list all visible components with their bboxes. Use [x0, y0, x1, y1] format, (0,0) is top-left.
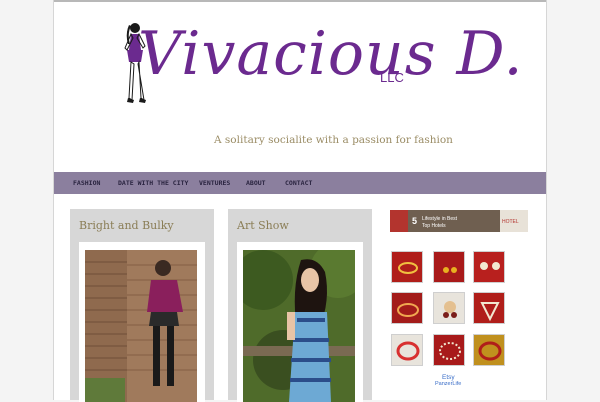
site-tagline: A solitary socialite with a passion for … — [214, 134, 453, 146]
post-card: Art Show — [228, 209, 372, 402]
main-nav: FASHION DATE WITH THE CITY VENTURES ABOU… — [54, 172, 546, 194]
etsy-item-thumb[interactable] — [391, 251, 423, 283]
etsy-link[interactable]: Etsy — [442, 374, 455, 381]
banner-text: Lifestyle in Best — [422, 216, 458, 222]
svg-text:Top Hotels: Top Hotels — [422, 223, 446, 229]
nav-item-fashion[interactable]: FASHION — [73, 179, 100, 187]
svg-text:HOTEL: HOTEL — [502, 219, 519, 225]
logo-suffix: LLC — [380, 70, 404, 85]
etsy-item-thumb[interactable] — [473, 292, 505, 324]
nav-item-contact[interactable]: CONTACT — [285, 179, 312, 187]
post-card: Bright and Bulky — [70, 209, 214, 402]
hotel-banner-ad[interactable]: 5 Lifestyle in Best Top Hotels HOTEL — [390, 210, 528, 232]
etsy-item-thumb[interactable] — [391, 334, 423, 366]
etsy-shop-link[interactable]: PanzerLife — [435, 381, 461, 387]
etsy-item-thumb[interactable] — [433, 292, 465, 324]
post-title[interactable]: Bright and Bulky — [79, 219, 174, 232]
nav-item-ventures[interactable]: VENTURES — [199, 179, 230, 187]
nav-item-about[interactable]: ABOUT — [246, 179, 266, 187]
post-photo-frame — [237, 242, 363, 402]
etsy-item-thumb[interactable] — [391, 292, 423, 324]
site-logo[interactable]: Vivacious D. — [138, 14, 524, 94]
page: Vivacious D. LLC A solitary socialite wi… — [53, 0, 547, 402]
post-title[interactable]: Art Show — [237, 219, 289, 232]
svg-text:5: 5 — [412, 216, 417, 226]
post-photo[interactable] — [243, 250, 355, 402]
etsy-item-thumb[interactable] — [433, 334, 465, 366]
nav-item-date-with-the-city[interactable]: DATE WITH THE CITY — [118, 179, 188, 187]
etsy-item-thumb[interactable] — [473, 251, 505, 283]
etsy-item-thumb[interactable] — [433, 251, 465, 283]
etsy-item-thumb[interactable] — [473, 334, 505, 366]
post-photo[interactable] — [85, 250, 197, 402]
post-photo-frame — [79, 242, 205, 402]
top-border — [54, 0, 546, 2]
